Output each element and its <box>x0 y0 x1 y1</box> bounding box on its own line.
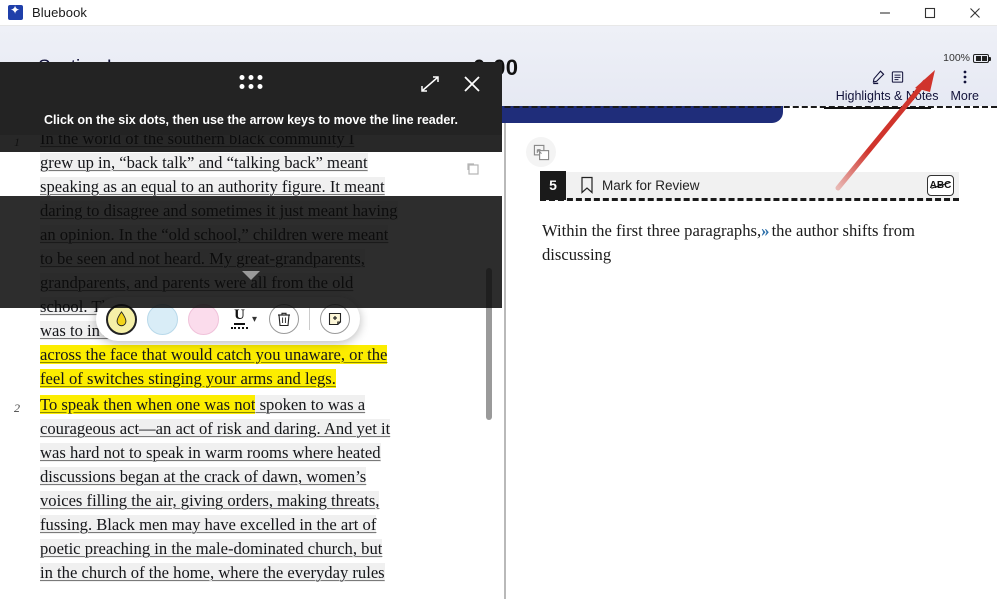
expand-panel-button[interactable] <box>526 137 556 167</box>
toolbar-divider <box>309 308 311 330</box>
active-tool-underline <box>823 106 931 109</box>
resize-icon[interactable] <box>419 73 441 95</box>
bluebook-app-window: Bluebook Section I 0:00 de 100% <box>0 0 997 599</box>
add-note-icon <box>328 312 342 326</box>
cross-out-label: ABC <box>929 179 952 191</box>
window-controls <box>862 0 997 26</box>
line-reader-window <box>0 152 502 196</box>
battery-icon <box>973 53 991 63</box>
line-reader-controls <box>0 62 502 107</box>
passage-line-highlighted[interactable]: across the face that would catch you una… <box>40 345 388 364</box>
mark-for-review-label: Mark for Review <box>602 177 700 193</box>
bluebook-logo-icon <box>8 3 23 20</box>
pane-divider[interactable] <box>504 123 506 599</box>
line-reader-hint: Click on the six dots, then use the arro… <box>0 107 502 135</box>
passage-highlighted-phrase[interactable]: To speak then when one was not <box>40 395 256 414</box>
passage-line[interactable]: was hard not to speak in warm rooms wher… <box>40 443 381 462</box>
paragraph-2: 2 To speak then when one was not spoken … <box>0 393 505 585</box>
line-reader-lower-mask <box>0 196 502 308</box>
underline-icon: U <box>231 307 248 329</box>
chevron-down-icon[interactable]: ▾ <box>252 314 257 325</box>
line-reader-caret-icon <box>242 271 260 280</box>
zoom-level-label: 100% <box>943 52 970 64</box>
highlighter-icon <box>870 68 905 85</box>
trash-icon <box>278 312 291 327</box>
passage-line[interactable]: voices filling the air, giving orders, m… <box>40 491 380 510</box>
yellow-highlight-swatch[interactable] <box>106 303 137 335</box>
mark-for-review-button[interactable]: Mark for Review <box>580 176 700 194</box>
question-stem: Within the first three paragraphs,» the … <box>542 219 950 267</box>
blue-highlight-swatch[interactable] <box>147 303 178 335</box>
cross-out-tool-button[interactable]: ABC <box>927 174 954 196</box>
highlighter-drop-icon <box>116 311 127 327</box>
question-stem-before: Within the first three paragraphs, <box>542 221 762 240</box>
passage-line[interactable]: fussing. Black men may have excelled in … <box>40 515 377 534</box>
passage-line[interactable]: courageous act—an act of risk and daring… <box>40 419 391 438</box>
question-number: 5 <box>540 170 566 200</box>
passage-line[interactable]: spoken to was a <box>255 395 366 414</box>
window-title: Bluebook <box>32 5 88 20</box>
bookmark-icon <box>581 176 593 194</box>
window-title-bar: Bluebook <box>0 0 997 26</box>
question-header: 5 Mark for Review ABC <box>540 170 959 201</box>
passage-line[interactable]: discussions began at the crack of dawn, … <box>40 467 367 486</box>
paragraph-number: 2 <box>14 401 20 415</box>
passage-line[interactable]: poetic preaching in the male-dominated c… <box>40 539 383 558</box>
note-icon <box>891 70 903 83</box>
question-pane: 5 Mark for Review ABC Within the first t… <box>506 123 997 599</box>
add-note-button[interactable] <box>320 304 351 334</box>
line-reader-overlay: Click on the six dots, then use the arro… <box>0 62 502 308</box>
kebab-menu-icon <box>963 68 967 85</box>
close-line-reader-icon[interactable] <box>460 72 484 96</box>
zoom-and-battery-indicator: 100% <box>943 52 991 64</box>
maximize-button[interactable] <box>907 0 952 26</box>
header-tools: Highlights & Notes More <box>823 68 985 109</box>
pink-highlight-swatch[interactable] <box>188 303 219 335</box>
more-label: More <box>950 89 979 103</box>
passage-line-highlighted[interactable]: feel of switches stinging your arms and … <box>40 369 336 388</box>
delete-highlight-button[interactable] <box>269 304 300 334</box>
six-dots-icon[interactable] <box>239 75 263 89</box>
underline-dots <box>231 327 248 329</box>
line-reader-window-icon[interactable] <box>464 160 482 178</box>
minimize-button[interactable] <box>862 0 907 26</box>
underline-tool[interactable]: U ▾ <box>229 307 259 329</box>
close-button[interactable] <box>952 0 997 26</box>
underline-glyph: U <box>234 307 245 325</box>
highlights-and-notes-label: Highlights & Notes <box>835 89 939 103</box>
expand-panel-icon <box>533 144 549 160</box>
highlights-and-notes-button[interactable]: Highlights & Notes <box>823 68 945 109</box>
passage-line[interactable]: in the church of the home, where the eve… <box>40 563 385 582</box>
more-button[interactable]: More <box>945 68 985 103</box>
line-reader-upper-mask <box>0 135 502 152</box>
